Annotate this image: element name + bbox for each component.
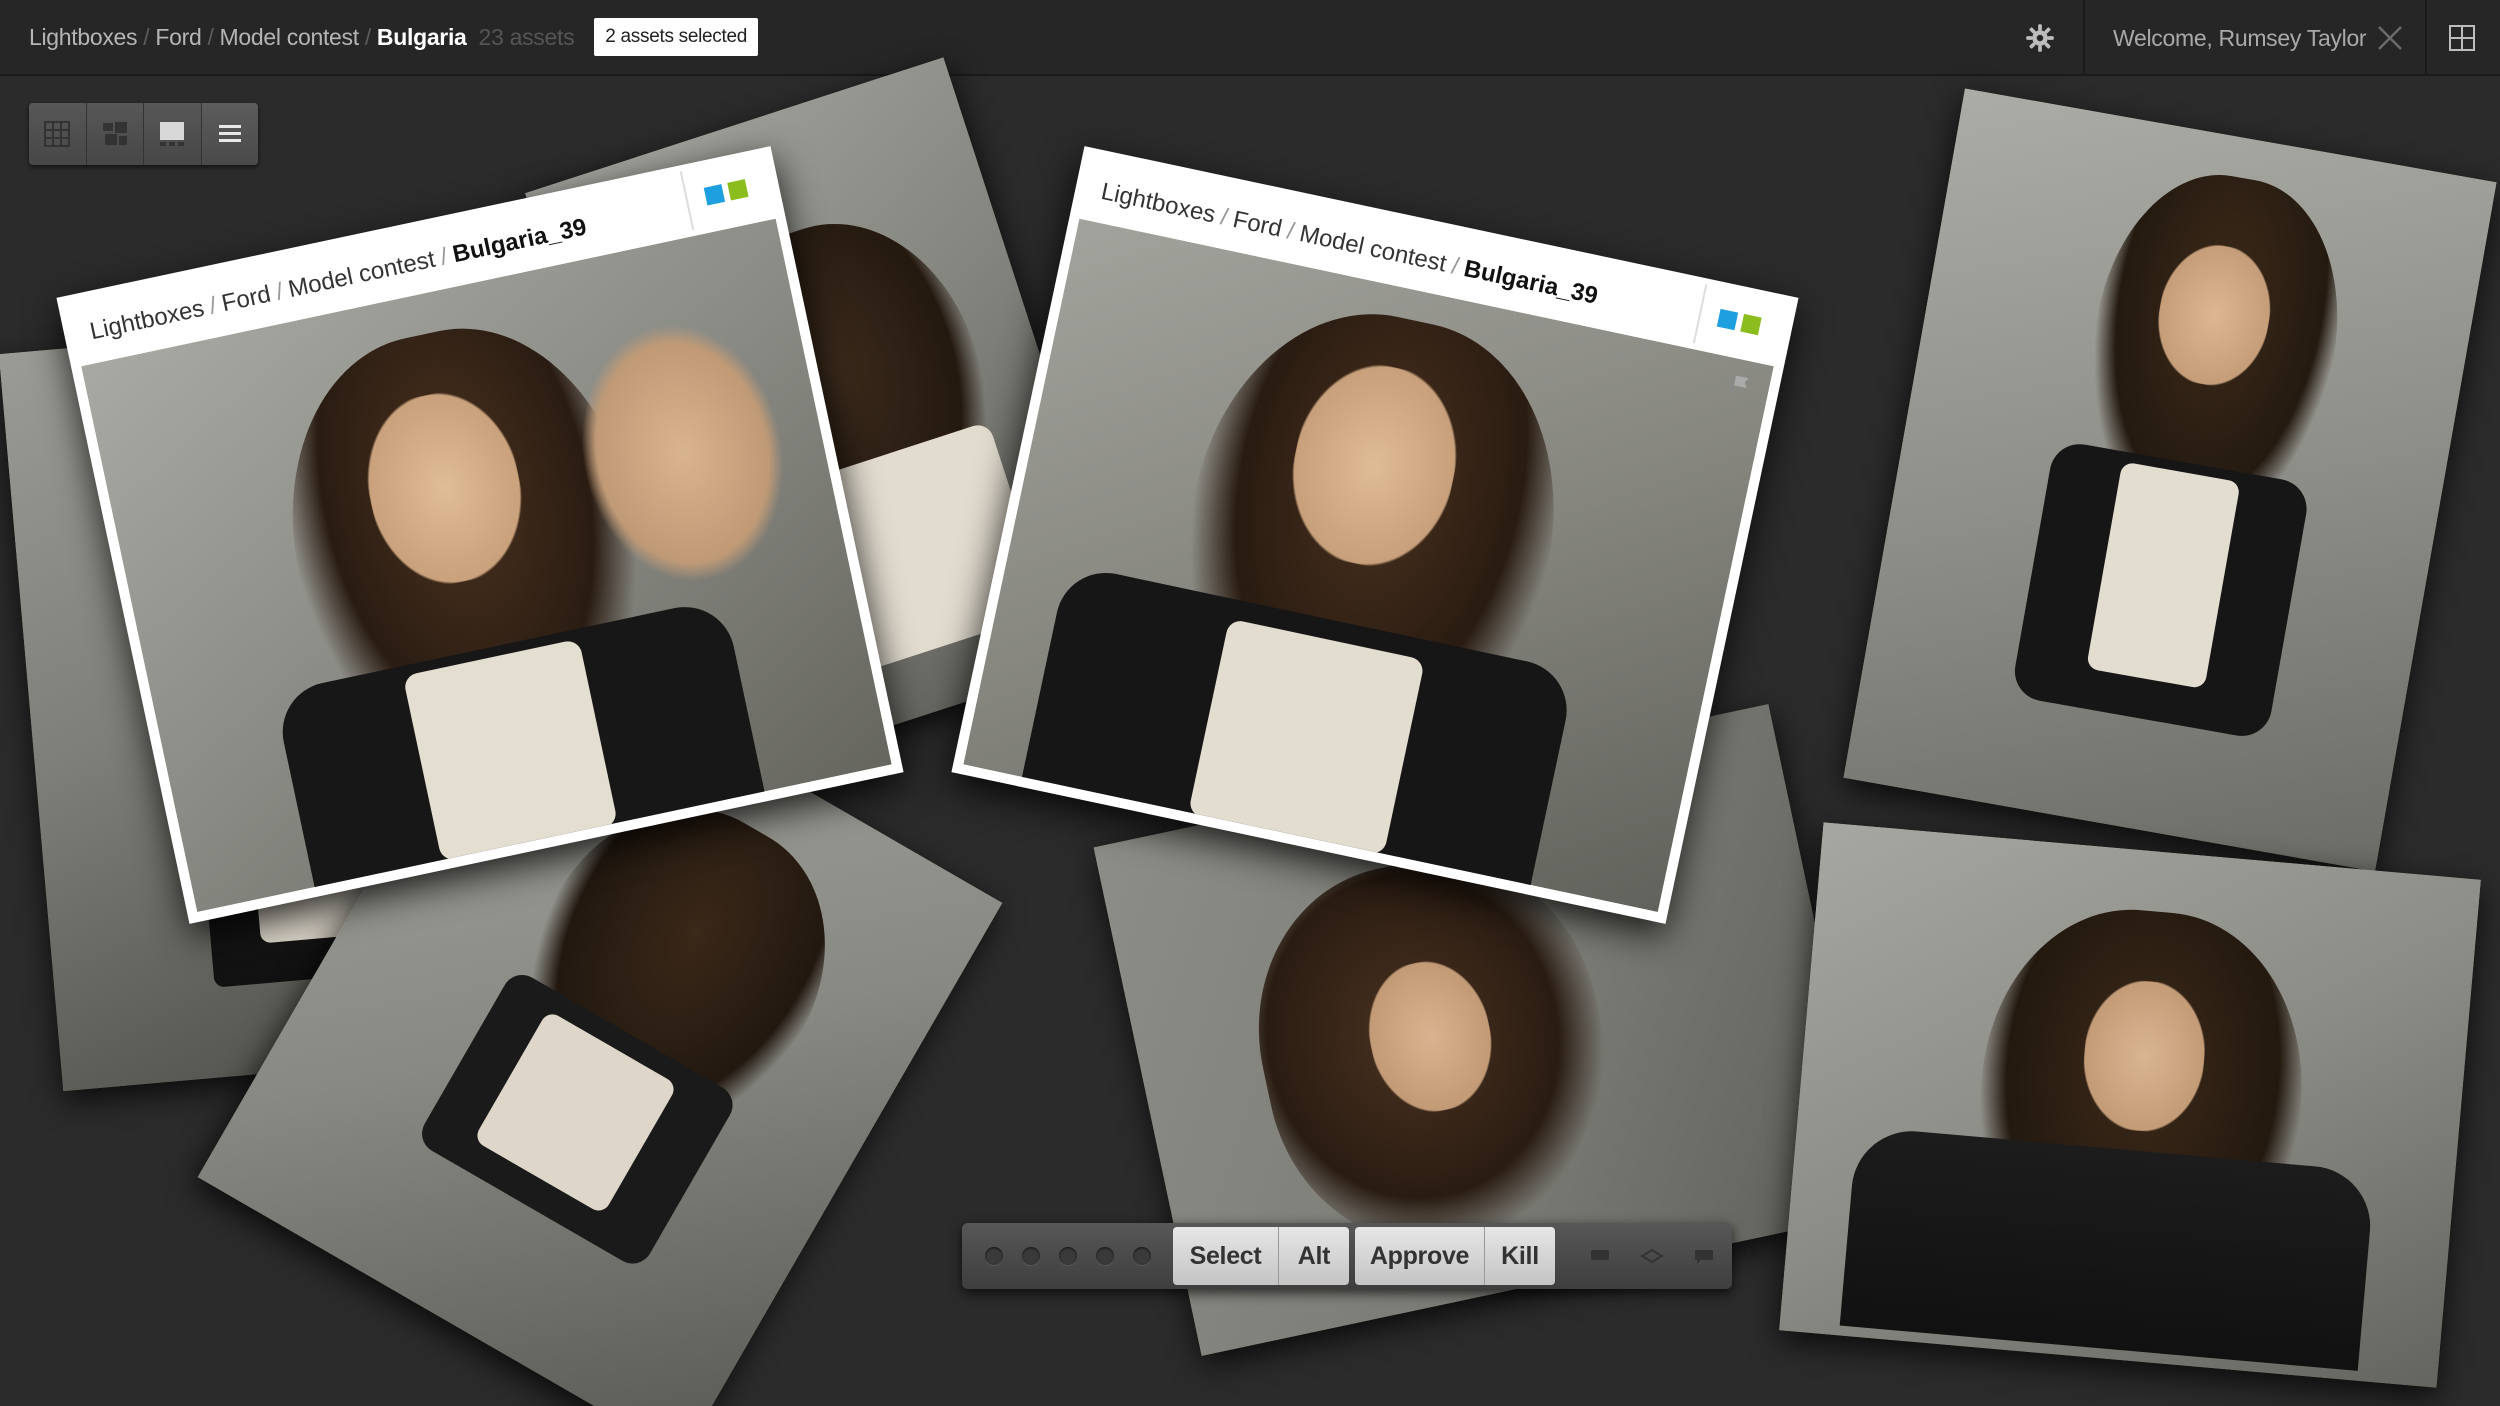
close-icon xyxy=(2378,26,2402,50)
asset-name: Bulgaria_39 xyxy=(450,213,589,269)
breadcrumb-separator: / xyxy=(364,23,371,50)
photo-card[interactable] xyxy=(1843,88,2497,872)
list-view-button[interactable] xyxy=(201,103,258,165)
rating-dot[interactable] xyxy=(985,1247,1003,1265)
breadcrumb-lightboxes[interactable]: Lightboxes xyxy=(29,24,138,51)
mosaic-view-button[interactable] xyxy=(86,103,144,165)
tag-blue[interactable] xyxy=(1716,308,1739,331)
breadcrumb: Lightboxes / Ford / Model contest / Bulg… xyxy=(29,18,759,56)
rating-dots xyxy=(985,1247,1151,1265)
list-view-icon xyxy=(218,125,241,142)
select-group: Select Alt xyxy=(1173,1227,1349,1285)
action-bar: Select Alt Approve Kill xyxy=(962,1223,1732,1289)
tag-green[interactable] xyxy=(727,179,749,201)
settings-button[interactable] xyxy=(2020,18,2060,58)
caption-separator: / xyxy=(437,243,451,271)
breadcrumb-model-contest[interactable]: Model contest xyxy=(220,24,360,51)
kill-button[interactable]: Kill xyxy=(1485,1227,1555,1285)
color-tags xyxy=(1692,284,1784,360)
caption-separator: / xyxy=(1284,217,1297,246)
filmstrip-view-icon xyxy=(160,122,185,146)
tag-green[interactable] xyxy=(1740,313,1762,336)
tag-blue[interactable] xyxy=(703,184,726,206)
breadcrumb-separator: / xyxy=(207,23,214,50)
rating-dot[interactable] xyxy=(1022,1247,1040,1265)
logout-button[interactable] xyxy=(2373,21,2407,55)
breadcrumb-separator: / xyxy=(143,23,150,50)
grid-view-icon xyxy=(44,121,71,147)
selected-asset-card[interactable]: Lightboxes / Ford / Model contest / Bulg… xyxy=(951,146,1799,924)
approve-button[interactable]: Approve xyxy=(1355,1227,1485,1285)
layers-icon[interactable] xyxy=(1639,1243,1665,1269)
asset-name: Bulgaria_39 xyxy=(1461,255,1601,310)
approval-group: Approve Kill xyxy=(1355,1227,1555,1285)
photo-card[interactable] xyxy=(1779,822,2481,1388)
caption-crumb[interactable]: Ford xyxy=(1230,206,1285,244)
caption-separator: / xyxy=(1218,203,1231,232)
selection-badge[interactable]: 2 assets selected xyxy=(594,18,759,56)
caption-crumb[interactable]: Ford xyxy=(219,281,273,319)
action-icons xyxy=(1587,1243,1717,1269)
select-button[interactable]: Select xyxy=(1173,1227,1279,1285)
breadcrumb-current: Bulgaria xyxy=(376,23,467,50)
filmstrip-view-button[interactable] xyxy=(144,103,202,165)
view-mode-toolbar xyxy=(29,103,258,165)
topbar-divider xyxy=(2083,0,2085,76)
rating-dot[interactable] xyxy=(1096,1247,1114,1265)
rating-dot[interactable] xyxy=(1059,1247,1077,1265)
breadcrumb-ford[interactable]: Ford xyxy=(155,24,201,51)
alt-button[interactable]: Alt xyxy=(1279,1227,1349,1285)
asset-count: 23 assets xyxy=(478,23,575,50)
flag-icon[interactable] xyxy=(1727,372,1753,398)
top-bar: Lightboxes / Ford / Model contest / Bulg… xyxy=(0,0,2500,76)
gear-icon xyxy=(2026,24,2054,52)
caption-separator: / xyxy=(273,277,286,306)
topbar-divider xyxy=(2425,0,2427,76)
comment-icon[interactable] xyxy=(1587,1243,1613,1269)
caption-crumb[interactable]: Lightboxes xyxy=(87,295,206,347)
welcome-message: Welcome, Rumsey Taylor xyxy=(2113,24,2367,51)
layout-toggle-button[interactable] xyxy=(2444,20,2480,56)
caption-separator: / xyxy=(1449,252,1462,281)
layout-grid-icon xyxy=(2449,25,2475,51)
mosaic-view-icon xyxy=(102,122,127,145)
caption-separator: / xyxy=(206,292,220,320)
color-tags xyxy=(679,154,771,231)
caption-crumb[interactable]: Lightboxes xyxy=(1099,178,1218,230)
rating-dot[interactable] xyxy=(1133,1247,1151,1265)
chat-icon[interactable] xyxy=(1691,1243,1717,1269)
grid-view-button[interactable] xyxy=(29,103,87,165)
